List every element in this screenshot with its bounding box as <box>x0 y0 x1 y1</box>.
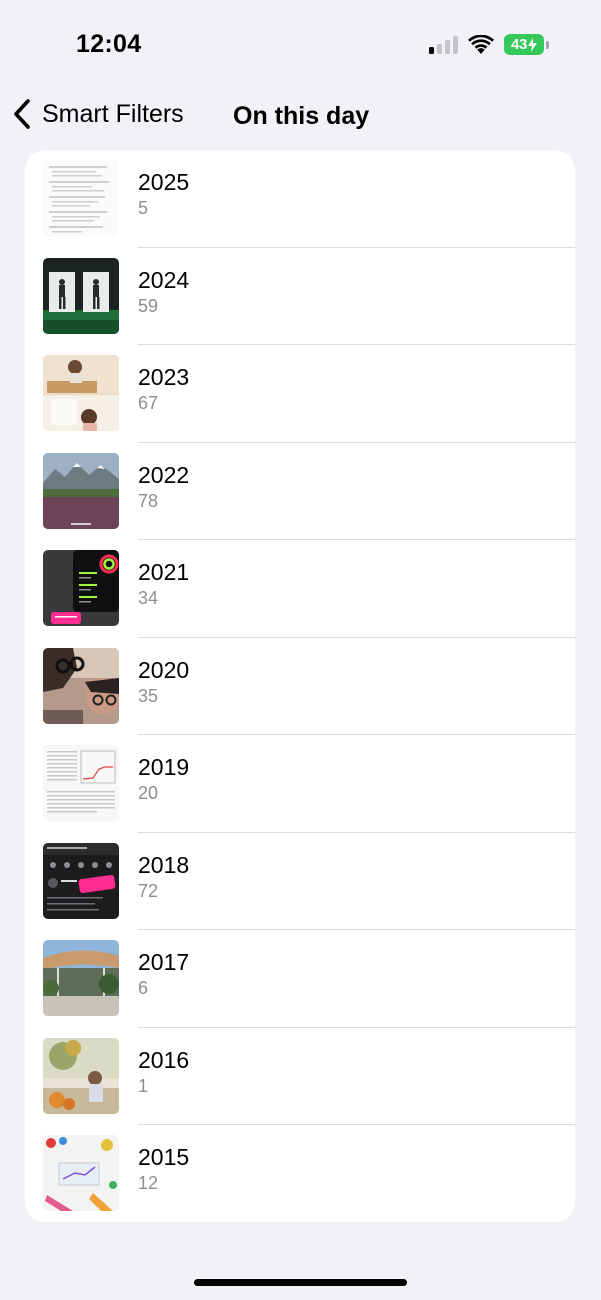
row-year: 2024 <box>138 266 190 293</box>
craft-table-thumbnail <box>43 1135 119 1211</box>
list-item[interactable]: 2021 34 <box>25 540 575 638</box>
row-count: 1 <box>138 1075 149 1096</box>
list-item[interactable]: 2024 59 <box>25 248 575 346</box>
status-icons: 43 <box>429 34 549 55</box>
row-count: 20 <box>138 783 159 803</box>
row-count: 35 <box>138 685 159 706</box>
list-item[interactable]: 2015 12 <box>25 1125 575 1222</box>
row-year: 2015 <box>138 1144 190 1170</box>
list-item[interactable]: 2018 72 <box>25 833 575 931</box>
paper-document-thumbnail <box>43 745 119 821</box>
page-title: On this day <box>233 102 370 130</box>
app-screenshot-thumbnail <box>43 842 119 919</box>
row-count: 78 <box>138 490 159 511</box>
battery-cap <box>546 40 549 49</box>
cellular-signal-icon <box>429 35 458 54</box>
row-year: 2022 <box>138 461 190 488</box>
golf-swing-video-thumbnail <box>43 257 119 334</box>
list-item[interactable]: 2022 78 <box>25 443 575 541</box>
year-list: 2025 5 2024 59 2023 67 2022 78 2021 34 2… <box>25 150 575 1222</box>
battery-charging-icon: 43 <box>504 34 544 55</box>
row-year: 2016 <box>138 1046 190 1073</box>
row-count: 6 <box>138 978 149 998</box>
row-count: 59 <box>138 295 159 316</box>
family-selfie-thumbnail <box>43 647 119 724</box>
row-count: 72 <box>138 880 159 901</box>
row-year: 2017 <box>138 949 190 975</box>
list-item[interactable]: 2025 5 <box>25 150 575 248</box>
row-count: 5 <box>138 198 149 218</box>
battery-level: 43 <box>510 36 528 53</box>
row-year: 2023 <box>138 364 190 390</box>
row-year: 2019 <box>138 754 190 780</box>
list-item[interactable]: 2016 1 <box>25 1028 575 1126</box>
row-count: 12 <box>138 1173 159 1193</box>
row-year: 2025 <box>138 169 190 195</box>
list-item[interactable]: 2023 67 <box>25 345 575 443</box>
back-button[interactable]: Smart Filters <box>12 98 184 130</box>
back-label: Smart Filters <box>42 99 184 128</box>
document-thumbnail <box>43 160 119 236</box>
child-photo-thumbnail <box>43 355 119 431</box>
status-bar: 12:04 43 <box>0 0 601 90</box>
mountain-landscape-thumbnail <box>43 452 119 529</box>
row-year: 2018 <box>138 851 190 878</box>
fitness-app-screenshot-thumbnail <box>43 550 119 626</box>
chevron-left-icon <box>14 99 30 129</box>
list-item[interactable]: 2017 6 <box>25 930 575 1028</box>
row-count: 34 <box>138 588 159 608</box>
row-year: 2021 <box>138 559 190 585</box>
list-item[interactable]: 2019 20 <box>25 735 575 833</box>
illustration-thumbnail <box>43 1037 119 1114</box>
wifi-icon <box>468 34 494 54</box>
row-year: 2020 <box>138 656 190 683</box>
home-indicator[interactable] <box>194 1279 407 1286</box>
status-time: 12:04 <box>76 30 142 58</box>
navigation-bar: Smart Filters On this day <box>0 90 601 146</box>
row-count: 67 <box>138 393 159 413</box>
building-architecture-thumbnail <box>43 940 119 1016</box>
list-item[interactable]: 2020 35 <box>25 638 575 736</box>
